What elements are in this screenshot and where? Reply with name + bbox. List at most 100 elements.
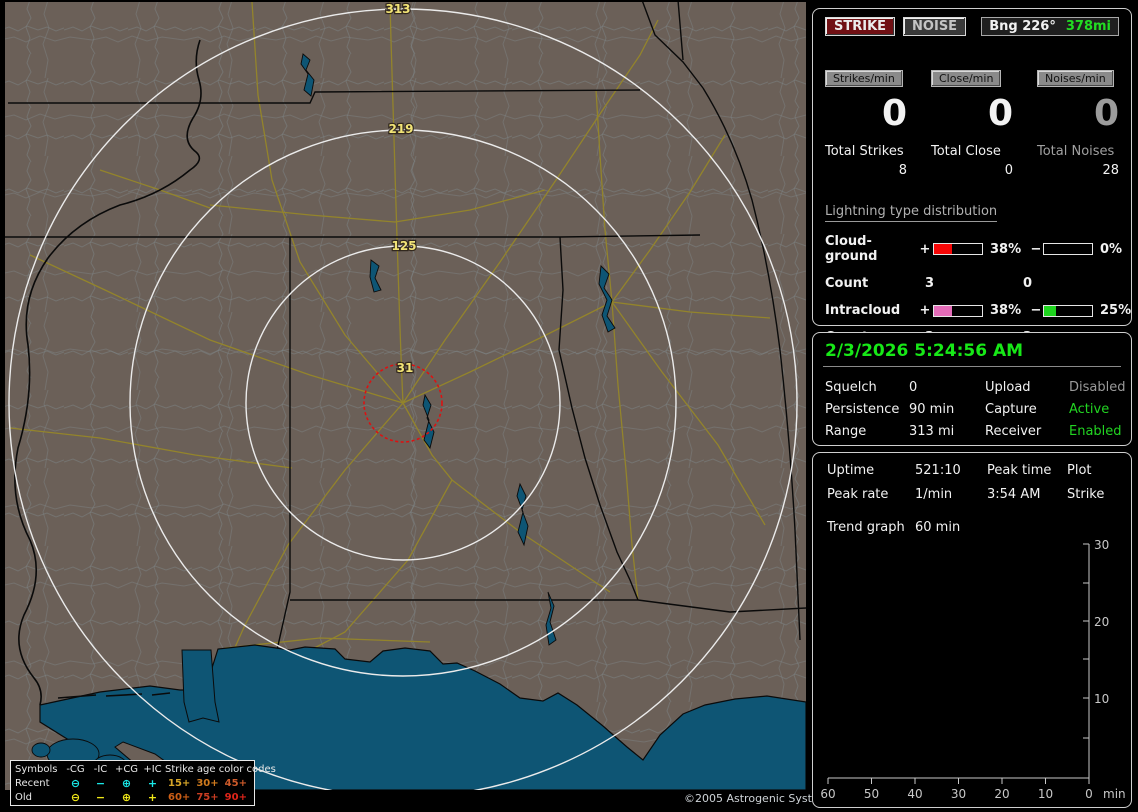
legend-age-header: Strike age color codes — [165, 763, 276, 775]
svg-text:50: 50 — [864, 787, 879, 801]
noises-per-min-chip: Noises/min — [1037, 70, 1114, 87]
legend-col-pos-cg: +CG — [114, 763, 139, 775]
neg-ic-recent-icon: − — [95, 776, 106, 790]
range-value: 313 mi — [909, 424, 955, 439]
strikes-rate-value: 0 — [881, 93, 907, 134]
cg-positive-pct: 38% — [990, 241, 1022, 257]
svg-text:0: 0 — [1085, 787, 1093, 801]
svg-text:10: 10 — [1094, 692, 1109, 706]
pos-cg-recent-icon: ⊕ — [121, 776, 132, 790]
map-canvas: 313 219 125 31 — [5, 2, 806, 790]
svg-text:20: 20 — [1094, 615, 1109, 629]
age-15: 15+ — [168, 777, 191, 789]
age-75: 75+ — [196, 791, 219, 803]
ic-negative-pct: 25% — [1100, 303, 1132, 319]
cloud-ground-row: Cloud-ground + 38% − 0% — [825, 234, 1123, 265]
counts-panel: STRIKE NOISE Bng 226° 378mi Strikes/min 0… — [812, 8, 1132, 345]
minus-sign: − — [1030, 241, 1042, 257]
squelch-value: 0 — [909, 380, 918, 395]
svg-text:40: 40 — [907, 787, 922, 801]
age-90: 90+ — [224, 791, 247, 803]
svg-text:min: min — [1103, 787, 1126, 801]
app-window: 313 219 125 31 Symbols -CG -IC +CG +IC S… — [0, 0, 1138, 812]
trend-axis-labels: 30 20 10 60 50 40 30 20 10 0 min — [820, 538, 1125, 801]
total-noises-label: Total Noises — [1037, 144, 1115, 160]
strikes-rate-column: Strikes/min 0 Total Strikes 8 — [825, 70, 907, 178]
neg-cg-old-icon: ⊖ — [70, 790, 81, 804]
noises-rate-column: Noises/min 0 Total Noises 28 — [1037, 70, 1119, 178]
bearing-range: 378mi — [1065, 19, 1111, 34]
noise-toggle-button[interactable]: NOISE — [903, 17, 967, 36]
upload-status: Disabled — [1069, 380, 1126, 395]
svg-text:30: 30 — [1094, 538, 1109, 552]
legend-col-neg-cg: -CG — [66, 763, 85, 775]
status-panel: 2/3/2026 5:24:56 AM Squelch 0 Upload Dis… — [812, 332, 1132, 446]
strikes-per-min-chip: Strikes/min — [825, 70, 903, 87]
pos-ic-old-icon: + — [147, 790, 158, 804]
ring-label-125: 125 — [391, 239, 416, 253]
cg-positive-count: 3 — [925, 276, 935, 292]
ring-label-31: 31 — [397, 361, 414, 375]
persistence-label: Persistence — [825, 402, 900, 417]
cloud-ground-count-row: Count 3 0 — [825, 276, 1119, 291]
receiver-status: Enabled — [1069, 424, 1122, 439]
ring-label-313: 313 — [385, 2, 410, 16]
svg-text:20: 20 — [994, 787, 1009, 801]
svg-text:30: 30 — [951, 787, 966, 801]
close-rate-column: Close/min 0 Total Close 0 — [931, 70, 1013, 178]
cloud-ground-label: Cloud-ground — [825, 234, 878, 265]
persistence-value: 90 min — [909, 402, 955, 417]
datetime-display: 2/3/2026 5:24:56 AM — [823, 339, 1121, 367]
svg-text:10: 10 — [1038, 787, 1053, 801]
range-label: Range — [825, 424, 867, 439]
bearing-badge: Bng 226° 378mi — [981, 17, 1119, 36]
neg-cg-recent-icon: ⊖ — [70, 776, 81, 790]
total-close-label: Total Close — [931, 144, 1001, 160]
cg-negative-bar — [1043, 243, 1093, 256]
ic-positive-pct: 38% — [990, 303, 1022, 319]
age-60: 60+ — [168, 791, 191, 803]
cg-negative-pct: 0% — [1100, 241, 1123, 257]
intracloud-label: Intracloud — [825, 303, 901, 319]
symbol-legend: Symbols -CG -IC +CG +IC Strike age color… — [10, 760, 276, 806]
cg-positive-bar — [933, 243, 983, 256]
ic-negative-bar — [1043, 304, 1093, 317]
age-45: 45+ — [224, 777, 247, 789]
minus-sign: − — [1030, 303, 1042, 319]
legend-old-label: Old — [15, 791, 32, 803]
cg-negative-count: 0 — [1023, 276, 1033, 292]
legend-symbols-header: Symbols — [15, 763, 58, 775]
total-strikes-label: Total Strikes — [825, 144, 904, 160]
capture-status: Active — [1069, 402, 1110, 417]
close-rate-value: 0 — [987, 93, 1013, 134]
cg-count-label: Count — [825, 276, 869, 292]
pos-cg-old-icon: ⊕ — [121, 790, 132, 804]
total-noises-value: 28 — [1102, 163, 1119, 179]
ring-label-219: 219 — [388, 122, 413, 136]
total-close-value: 0 — [1004, 163, 1013, 179]
legend-recent-label: Recent — [15, 777, 50, 789]
trend-graph: 30 20 10 60 50 40 30 20 10 0 min — [820, 538, 1125, 801]
lightning-map[interactable]: 313 219 125 31 — [5, 2, 806, 790]
svg-text:60: 60 — [820, 787, 835, 801]
ic-positive-bar — [933, 304, 983, 317]
plus-sign: + — [919, 241, 931, 257]
noises-rate-value: 0 — [1093, 93, 1119, 134]
age-30: 30+ — [196, 777, 219, 789]
plus-sign: + — [919, 303, 931, 319]
pos-ic-recent-icon: + — [147, 776, 158, 790]
total-strikes-value: 8 — [898, 163, 907, 179]
distribution-title: Lightning type distribution — [825, 204, 998, 223]
trend-axes — [827, 543, 1090, 784]
receiver-label: Receiver — [985, 424, 1042, 439]
upload-label: Upload — [985, 380, 1031, 395]
squelch-label: Squelch — [825, 380, 877, 395]
bearing-label: Bng 226° — [989, 19, 1056, 34]
capture-label: Capture — [985, 402, 1037, 417]
strike-toggle-button[interactable]: STRIKE — [825, 17, 896, 36]
intracloud-row: Intracloud + 38% − 25% — [825, 303, 1131, 319]
neg-ic-old-icon: − — [95, 790, 106, 804]
trend-panel: Uptime 521:10 Peak time Plot Peak rate 1… — [812, 452, 1132, 808]
legend-col-pos-ic: +IC — [143, 763, 162, 775]
close-per-min-chip: Close/min — [931, 70, 1002, 87]
